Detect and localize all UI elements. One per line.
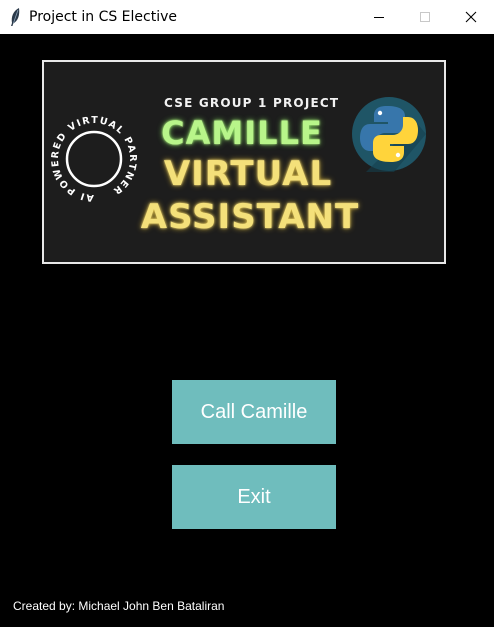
banner-title-camille: CAMILLE (161, 114, 323, 152)
call-camille-button[interactable]: Call Camille (172, 380, 336, 444)
title-bar[interactable]: Project in CS Elective (0, 0, 494, 34)
maximize-button[interactable] (402, 0, 448, 34)
feather-icon (8, 8, 22, 26)
banner-subtitle: CSE GROUP 1 PROJECT (164, 96, 340, 110)
window-controls (356, 0, 494, 34)
project-banner: AI POWERED VIRTUAL PARTNER CSE GROUP 1 P… (42, 60, 446, 264)
author-credit: Created by: Michael John Ben Bataliran (13, 599, 225, 613)
window-title: Project in CS Elective (29, 9, 177, 25)
maximize-icon (420, 12, 430, 22)
banner-title-assistant: ASSISTANT (140, 197, 360, 237)
exit-button[interactable]: Exit (172, 465, 336, 529)
minimize-button[interactable] (356, 0, 402, 34)
close-icon (465, 11, 477, 23)
minimize-icon (374, 17, 384, 18)
banner-title-virtual: VIRTUAL (163, 154, 333, 194)
close-button[interactable] (448, 0, 494, 34)
app-window: Project in CS Elective AI POWERED VIRTUA… (0, 0, 494, 627)
